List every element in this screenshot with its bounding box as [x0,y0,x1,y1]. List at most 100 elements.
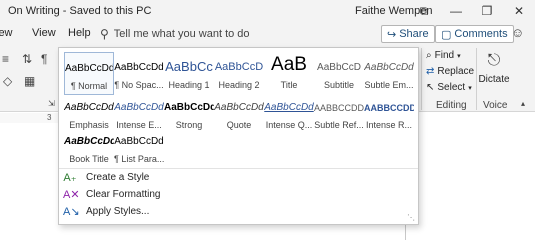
style-sample: AaBbCcDd [114,62,164,73]
style-subtle-reference[interactable]: AABBCCDD Subtle Ref... [314,92,364,135]
replace-label: Replace [437,66,475,77]
menu-bar: iew View Help ⚲ Tell me what you want to… [0,22,535,46]
style-sample: AaBbCcDd [264,102,314,113]
clear-formatting-button[interactable]: A✕ Clear Formatting [63,186,160,203]
select-button[interactable]: ↖ Select ▾ [426,82,472,93]
document-title: On Writing - Saved to this PC [8,5,152,17]
comments-button[interactable]: ▢ Comments [435,25,514,43]
microphone-icon: ⎋ [487,52,501,69]
style-name: Title [280,80,298,90]
tab-help[interactable]: Help [68,27,91,39]
ribbon-separator [421,48,422,110]
find-button[interactable]: ⌕ Find ▾ [426,50,461,61]
style-name: ¶ List Para... [114,154,164,164]
close-button[interactable]: ✕ [508,2,530,20]
style-name: Intense Q... [265,120,313,130]
select-label: Select [437,82,466,93]
style-sample: AaB [271,54,307,75]
dictate-button[interactable]: ⎋ Dictate [478,50,510,94]
style-sample: AaBbCcDd [164,102,214,113]
line-spacing-icon[interactable]: ≡ [2,52,9,66]
create-a-style-button[interactable]: A₊ Create a Style [63,169,149,186]
create-style-label: Create a Style [86,172,150,183]
lightbulb-icon: ⚲ [100,27,109,41]
style-name: Subtle Em... [364,80,414,90]
style-name: Intense R... [365,120,413,130]
share-button[interactable]: ↪ Share [381,25,435,43]
ribbon-display-options-icon[interactable]: ⧉ [413,2,435,20]
style-sample: AaBbCcDd [364,62,414,73]
style-name: ¶ Normal [70,81,108,91]
share-icon: ↪ [387,28,397,41]
style-no-spacing[interactable]: AaBbCcDd ¶ No Spac... [114,52,164,95]
select-icon: ↖ [426,82,435,93]
sort-icon[interactable]: ⇅ [22,52,32,66]
apply-styles-icon: A↘ [63,206,80,218]
style-sample: AaBbCcD [214,61,264,73]
style-name: Strong [175,120,203,130]
style-sample: AaBbCc [165,59,213,74]
apply-styles-label: Apply Styles... [86,206,150,217]
style-intense-reference[interactable]: AABBCCDD Intense R... [364,92,414,135]
collapse-ribbon-icon[interactable]: ▴ [521,99,525,108]
minimize-button[interactable]: — [445,2,467,20]
comments-label: Comments [454,28,508,40]
ruler-mark: 3 [47,113,52,122]
resize-grip-icon[interactable]: ⋱ [407,213,415,222]
style-name: Heading 1 [168,80,210,90]
style-name: Book Title [69,154,109,164]
tab-review[interactable]: iew [0,27,13,39]
dictate-label: Dictate [478,74,510,85]
find-label: Find [434,50,455,61]
create-style-icon: A₊ [63,172,77,184]
style-heading-2[interactable]: AaBbCcD Heading 2 [214,52,264,95]
style-sample: AaBbCcDd [114,102,164,113]
tell-me-placeholder: Tell me what you want to do [113,28,250,40]
style-sample: AaBbCcDd [64,136,114,147]
borders-icon[interactable]: ▦ [24,74,35,88]
style-quote[interactable]: AaBbCcDd Quote [214,92,264,135]
style-normal[interactable]: AaBbCcDd ¶ Normal [64,52,114,95]
paragraph-mark-icon[interactable]: ¶ [41,52,47,66]
group-label-editing: Editing [436,100,467,111]
replace-button[interactable]: ⇄ Replace [426,66,474,77]
paragraph-dialog-launcher-icon[interactable]: ⇲ [48,99,55,108]
style-list-paragraph[interactable]: AaBbCcDd ¶ List Para... [114,126,164,169]
clear-formatting-icon: A✕ [63,189,80,201]
comments-icon: ▢ [441,28,452,41]
style-sample: AaBbCcD [317,62,361,73]
style-sample: AaBbCcDd [214,102,264,113]
tab-view[interactable]: View [32,27,56,39]
group-label-voice: Voice [483,100,508,111]
style-sample: AABBCCDD [364,103,414,113]
style-sample: AaBbCcDd [114,136,164,147]
style-name: ¶ No Spac... [114,80,164,90]
style-name: Heading 2 [218,80,260,90]
chevron-down-icon: ▾ [457,52,461,60]
shading-icon[interactable]: ◇ [3,74,12,88]
maximize-button[interactable]: ❐ [476,2,498,20]
apply-styles-button[interactable]: A↘ Apply Styles... [63,203,149,220]
style-title[interactable]: AaB Title [264,52,314,95]
style-heading-1[interactable]: AaBbCc Heading 1 [164,52,214,95]
style-sample: AaBbCcDd [64,102,114,113]
style-sample: AABBCCDD [314,103,364,113]
style-sample: AaBbCcDd [65,63,113,74]
share-label: Share [399,28,429,40]
style-name: Subtitle [323,80,355,90]
feedback-smiley-icon[interactable]: ☺ [511,25,524,40]
styles-gallery-dropdown: AaBbCcDd ¶ Normal AaBbCcDd ¶ No Spac... … [58,47,419,225]
style-subtle-emphasis[interactable]: AaBbCcDd Subtle Em... [364,52,414,95]
style-book-title[interactable]: AaBbCcDd Book Title [64,126,114,169]
replace-icon: ⇄ [426,66,435,77]
find-icon: ⌕ [426,50,432,61]
title-bar: On Writing - Saved to this PC Faithe Wem… [0,0,535,22]
style-strong[interactable]: AaBbCcDd Strong [164,92,214,135]
style-name: Subtle Ref... [314,120,364,130]
horizontal-ruler[interactable]: 3 [0,113,58,123]
tell-me-search[interactable]: ⚲ Tell me what you want to do [100,25,250,43]
style-intense-quote[interactable]: AaBbCcDd Intense Q... [264,92,314,135]
style-subtitle[interactable]: AaBbCcD Subtitle [314,52,364,95]
style-name: Quote [226,120,252,130]
chevron-down-icon: ▾ [468,84,472,92]
